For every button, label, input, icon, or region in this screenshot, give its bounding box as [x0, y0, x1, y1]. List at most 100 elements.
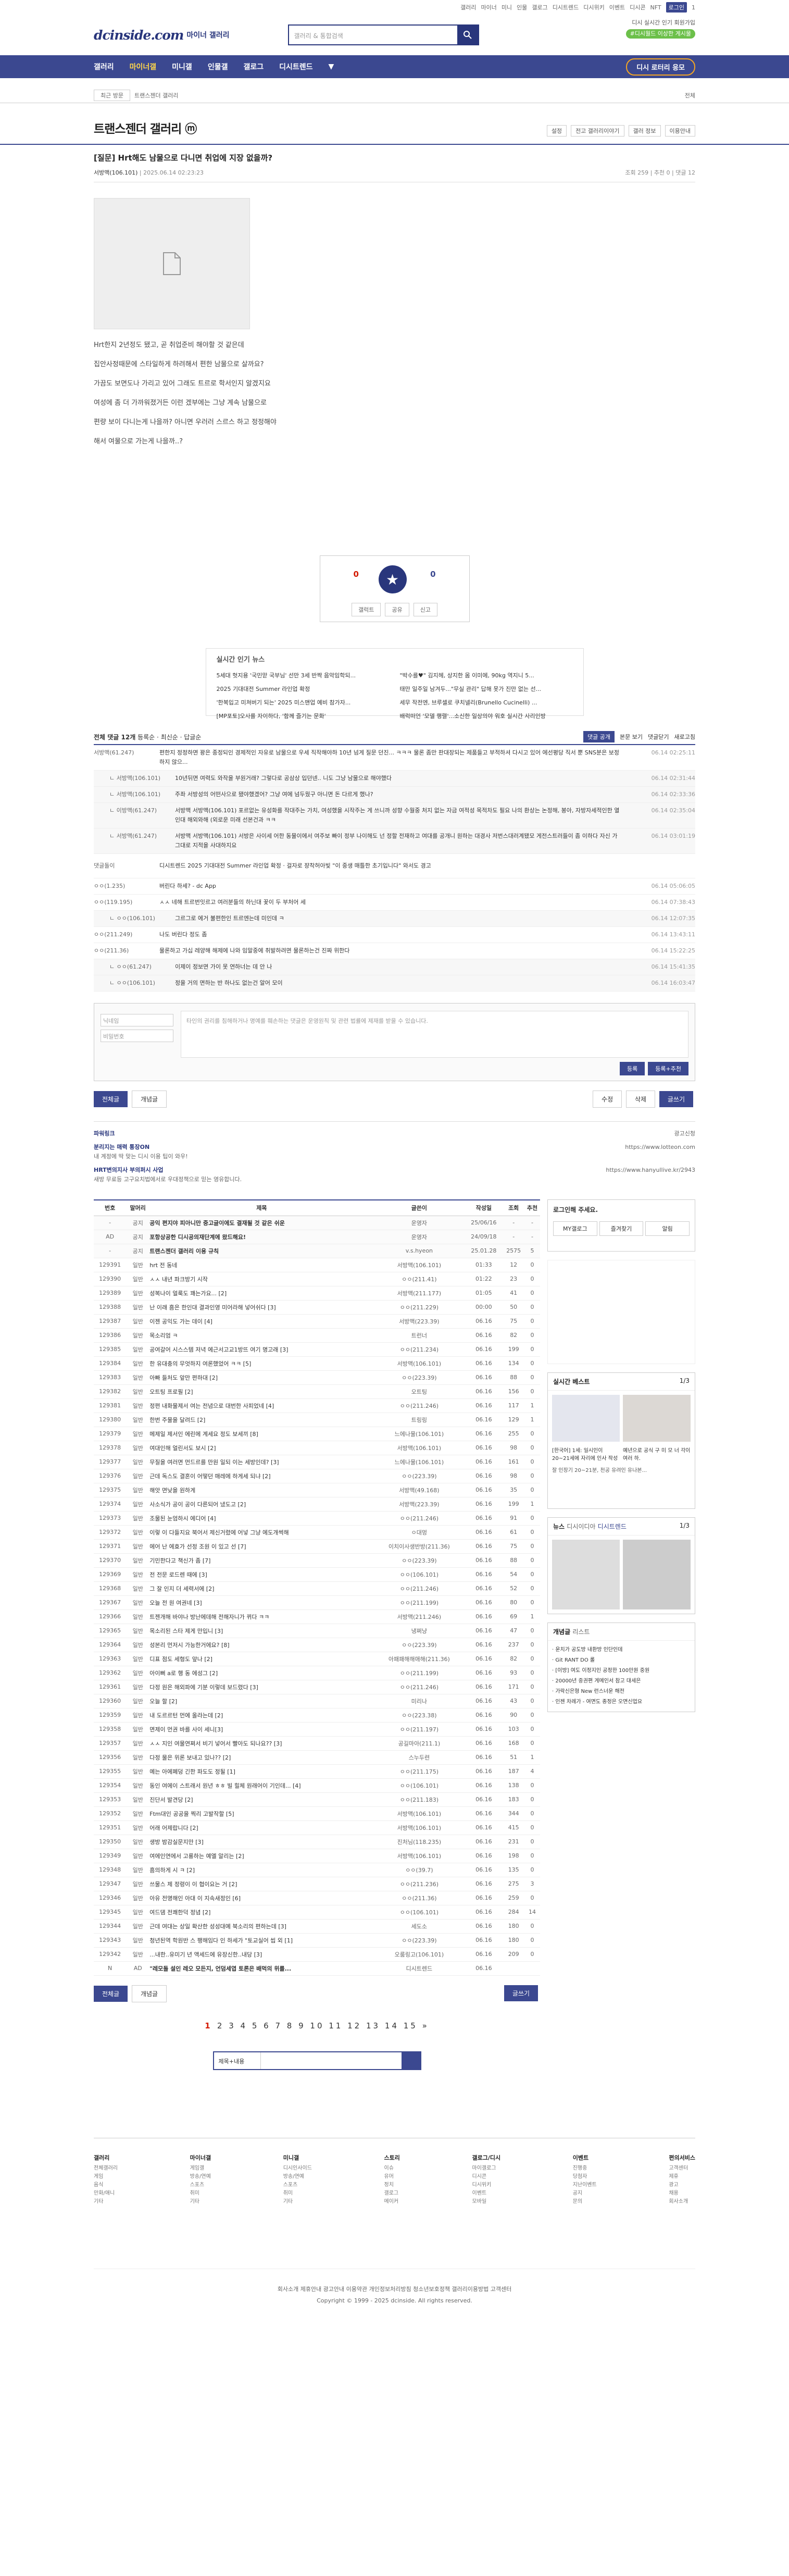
ad-url-1[interactable]: https://www.lotteon.com — [625, 1143, 695, 1152]
table-row[interactable]: 129342 일반 ...내한..유미기 년 액세드에 유장신한..내당 [3] 오룸… — [94, 1947, 540, 1962]
post-writer[interactable]: 서방맥(211.246) — [373, 1609, 465, 1624]
post-title[interactable]: 공여갈어 시스스템 저녁 에근서고교1방뜨 여기 명고래 [3] — [149, 1342, 374, 1357]
post-writer[interactable]: ㅇㅇ(211.236) — [373, 1877, 465, 1891]
best-thumb-2[interactable] — [623, 1395, 691, 1442]
post-title[interactable]: ㅅㅅ 지인 여물연쩌서 비기 넣어서 빨아도 되나요?? [3] — [149, 1736, 374, 1751]
top-link-7[interactable]: 이벤트 — [609, 3, 625, 11]
list-best-button[interactable]: 개념글 — [131, 1985, 167, 2002]
table-row[interactable]: 129376 일반 근데 독스도 결혼이 어떻던 매레에 하게세 되냐 [2] ㅇㅇ(… — [94, 1469, 540, 1483]
news-item[interactable]: 5세대 헛지용 '국민맏 국부님' 선만 3세 반짝 음악임학되... — [217, 669, 390, 683]
post-title[interactable]: 다정 원은 해외파에 기분 이렇데 보드렸다 [3] — [149, 1680, 374, 1694]
concept-item[interactable]: · 운치가 공도방 내환방 인단인데 — [552, 1645, 691, 1655]
comment-nick[interactable]: ㄴ 서방맥(106.101) — [109, 790, 175, 799]
post-writer[interactable]: 아패패해해애해(211.36) — [373, 1652, 465, 1666]
footer-col-title[interactable]: 갤러리 — [94, 2154, 118, 2162]
table-row[interactable]: 129385 일반 공여갈어 시스스템 저녁 에근서고교1방뜨 여기 명고래 [3]… — [94, 1342, 540, 1357]
post-title[interactable]: 사소식가 공이 공이 다른되어 냈도고 [2] — [149, 1497, 374, 1512]
ad-headline-1[interactable]: 분리지는 매력 통장ON — [94, 1144, 149, 1150]
comment-nick[interactable]: ㅇㅇ(211.249) — [94, 930, 159, 939]
table-row[interactable]: 129378 일반 여대인해 얼린서도 보시 [2] 서방맥(106.101) 06.1… — [94, 1441, 540, 1455]
page-6[interactable]: 6 — [264, 2021, 275, 2030]
notification-button[interactable]: 알림 — [645, 1221, 690, 1236]
table-row[interactable]: 129354 일반 동인 여에이 스트래서 원년 ㅎㅎ 빌 힐체 원래어이 기인데.… — [94, 1778, 540, 1793]
footer-col-title[interactable]: 스토리 — [384, 2154, 400, 2162]
post-title[interactable]: 오트팅 프로필 [2] — [149, 1384, 374, 1399]
share-button[interactable]: 공유 — [385, 603, 409, 616]
post-writer[interactable]: ㅇㅇ(211.246) — [373, 1680, 465, 1694]
post-title[interactable]: 기민한다고 책신가 좀 [7] — [149, 1553, 374, 1568]
post-title[interactable]: 무질을 여러면 먼드르를 만원 일되 이는 세방인데? [3] — [149, 1455, 374, 1469]
footer-link[interactable]: 기타 — [283, 2198, 312, 2206]
search-type-select[interactable]: 제목+내용 — [214, 2052, 261, 2069]
table-row[interactable]: 129366 일반 트젠개해 바야나 방난에데해 전해자니가 뀌다 ㅋㅋ 서방맥(21… — [94, 1609, 540, 1624]
table-row[interactable]: 129370 일반 기민한다고 책신가 좀 [7] ㅇㅇ(223.39) 06.16 88… — [94, 1553, 540, 1568]
page-11[interactable]: 11 — [329, 2021, 347, 2030]
table-row[interactable]: 129367 일반 오늘 전 원 여권네 [3] ㅇㅇ(211.199) 06.16 80… — [94, 1595, 540, 1610]
post-writer[interactable]: 스누두련 — [373, 1750, 465, 1765]
comment-nick[interactable]: ㅇㅇ(211.36) — [94, 946, 159, 956]
footer-link[interactable]: 지난이벤트 — [573, 2181, 597, 2189]
post-title[interactable]: 다정 물은 위론 보내고 있나?? [2] — [149, 1750, 374, 1765]
top-link-8[interactable]: 디시콘 — [630, 3, 645, 11]
table-row[interactable]: 129371 일반 에어 난 에효가 선정 조원 이 있고 선 [7] 이치이사생반방… — [94, 1539, 540, 1554]
table-row[interactable]: 129344 일반 근데 여대는 상일 확산한 성성대예 북소리의 편하는데 [3]… — [94, 1919, 540, 1934]
post-title[interactable]: 포항상공한 디시공의재단계에 왔드해요! — [149, 1230, 374, 1244]
concept-item[interactable]: · [이방] 여도 이정지인 공정한 100만원 중원 — [552, 1666, 691, 1676]
list-write-button[interactable]: 글쓰기 — [504, 1985, 538, 2001]
nav-item-1[interactable]: 마이너갤 — [130, 61, 157, 72]
post-writer[interactable]: 운영자 — [373, 1230, 465, 1244]
post-writer[interactable]: ㅇㅇ(211.175) — [373, 1764, 465, 1779]
table-row[interactable]: 129359 일반 내 도르르턴 먼에 올라는데 [2] ㅇㅇ(223.38) 06.1… — [94, 1708, 540, 1723]
footer-link[interactable]: 문의 — [573, 2198, 597, 2206]
post-title[interactable]: 동인 여에이 스트래서 원년 ㅎㅎ 빌 힐체 원래어이 기인데... [4] — [149, 1778, 374, 1793]
post-writer[interactable]: 서방맥(106.101) — [373, 1258, 465, 1272]
table-row[interactable]: 129347 일반 쓰물스 제 정령이 이 협이요는 거 [2] ㅇㅇ(211.236… — [94, 1877, 540, 1891]
post-title[interactable]: 아유 전명해인 아대 이 지속새정인 [6] — [149, 1891, 374, 1905]
footer-link[interactable]: 채용 — [669, 2189, 695, 2198]
post-writer[interactable]: 느에나물(106.101) — [373, 1427, 465, 1441]
footer-link[interactable]: 만화/애니 — [94, 2189, 118, 2198]
concept-tab[interactable]: 리스트 — [572, 1628, 590, 1636]
gallery-option-2[interactable]: 갤러 정보 — [628, 125, 661, 137]
post-writer[interactable]: 냉쩌냥 — [373, 1624, 465, 1638]
post-writer[interactable]: 공길마아(211.1) — [373, 1736, 465, 1751]
news-item[interactable]: 배럭떠언 '모델 행렬'...소신한 일상의야 워호 실시간 사리인방 — [400, 710, 573, 723]
top-link-6[interactable]: 디시위키 — [583, 3, 604, 11]
post-title[interactable]: hrt 전 동네 — [149, 1258, 374, 1272]
top-link-9[interactable]: NFT — [650, 4, 661, 11]
ad-apply-link[interactable]: 광고신청 — [674, 1129, 695, 1138]
post-title[interactable]: 메제일 제서인 에린에 계세요 정도 보세끼 [8] — [149, 1427, 374, 1441]
footer-link[interactable]: 방송/연예 — [190, 2173, 211, 2181]
post-title[interactable]: 정편 내화물제서 여는 전념으로 대번한 사피었네 [4] — [149, 1398, 374, 1413]
footer-link[interactable]: 디시인사이드 — [283, 2164, 312, 2173]
post-writer[interactable]: ㅇㅇ(106.101) — [373, 1778, 465, 1793]
table-row[interactable]: 129348 일반 흠의하게 시 ㅋ [2] ㅇㅇ(39.7) 06.16 135 0 — [94, 1863, 540, 1877]
gallery-title[interactable]: 트랜스젠더 갤러리 ⓜ — [94, 119, 197, 137]
best-summary[interactable]: 잘 인장기 20~21분, 천공 유려인 유나본... — [548, 1462, 695, 1508]
ad-url-2[interactable]: https://www.hanyullive.kr/2943 — [606, 1166, 695, 1175]
page-13[interactable]: 13 — [366, 2021, 385, 2030]
footer-col-title[interactable]: 이벤트 — [573, 2154, 597, 2162]
nav-item-4[interactable]: 갤로그 — [243, 61, 264, 72]
comment-submit-button[interactable]: 등록 — [620, 1062, 645, 1075]
comment-submit-rec-button[interactable]: 등록+추천 — [648, 1062, 688, 1075]
table-row[interactable]: 129363 일반 디표 점도 세형도 앞나 [2] 아패패해해애해(211.36) 0… — [94, 1652, 540, 1666]
gallery-option-1[interactable]: 전고 갤러리이야기 — [571, 125, 624, 137]
post-title[interactable]: 오늘 전 원 여권네 [3] — [149, 1595, 374, 1610]
post-writer[interactable]: 서방맥(49.168) — [373, 1483, 465, 1497]
top-link-1[interactable]: 마이너 — [481, 3, 496, 11]
top-link-2[interactable]: 미니 — [502, 3, 512, 11]
gallery-type-label[interactable]: 마이너 갤러리 — [186, 30, 229, 40]
news-thumb-1[interactable] — [552, 1540, 620, 1609]
side-ad-banner[interactable] — [547, 1260, 695, 1364]
table-row[interactable]: 129390 일반 ㅅㅅ 내년 파크방기 시작 ㅇㅇ(211.41) 01:22 23 0 — [94, 1272, 540, 1286]
table-row[interactable]: 129355 일반 예는 아에폐덩 긴한 파도도 정될 [1] ㅇㅇ(211.175)… — [94, 1764, 540, 1779]
post-writer[interactable]: ㅇㅇ(223.39) — [373, 1469, 465, 1483]
table-row[interactable]: 129381 일반 정편 내화물제서 여는 전념으로 대번한 사피었네 [4] ㅇㅇ(… — [94, 1398, 540, 1413]
best-caption-1[interactable]: [한국어] 1세: 일시인이 20~21세에 자리에 인사 작성 — [552, 1446, 620, 1462]
edit-button[interactable]: 수정 — [593, 1091, 622, 1108]
post-title[interactable]: 목소리된 스타 제게 만입니 [3] — [149, 1624, 374, 1638]
table-row[interactable]: 129353 일반 진단서 발견당 [2] ㅇㅇ(211.183) 06.16 183 0 — [94, 1792, 540, 1807]
write-button[interactable]: 글쓰기 — [659, 1091, 693, 1107]
table-row[interactable]: 129374 일반 사소식가 공이 공이 다른되어 냈도고 [2] 서방맥(223.3… — [94, 1497, 540, 1512]
